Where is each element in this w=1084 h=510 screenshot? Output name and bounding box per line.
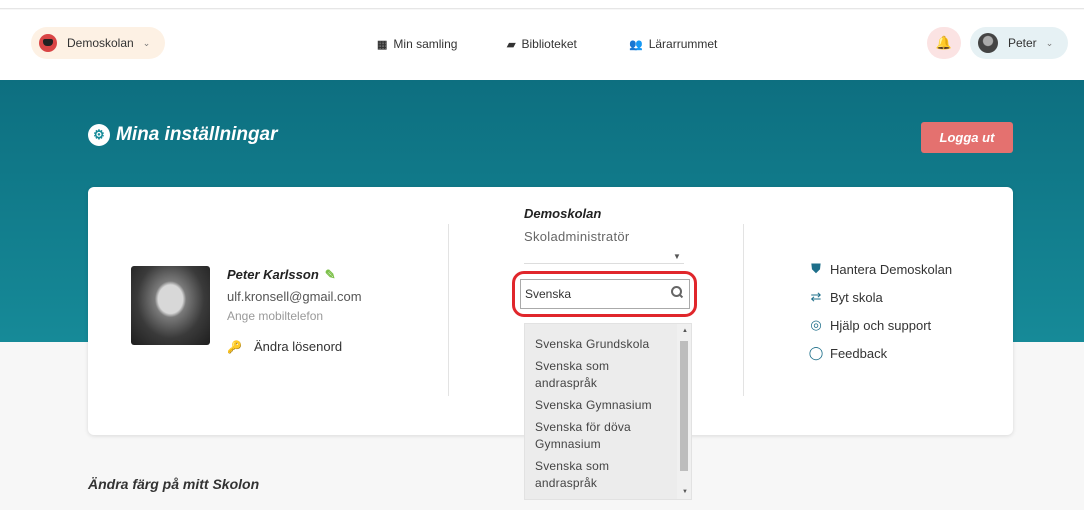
scroll-down-icon[interactable]: ▼ [682,489,688,495]
nav-label: Biblioteket [521,37,577,51]
link-label: Feedback [830,345,888,361]
change-password-label: Ändra lösenord [253,339,343,354]
help-support-link[interactable]: ◎ Hjälp och support [808,311,952,339]
school-name: Demoskolan [524,206,602,221]
change-password-link[interactable]: 🔑 Ändra lösenord [227,339,342,354]
link-label: Byt skola [830,289,883,305]
link-label: Hantera Demoskolan [830,261,953,277]
scroll-up-icon[interactable]: ▲ [682,328,688,334]
nav-label: Min samling [393,37,458,51]
divider [448,224,449,396]
nav-label: Lärarrummet [648,37,718,51]
dropdown-option[interactable]: Svenska som andraspråk [525,456,677,495]
profile-name: Peter Karlsson ✎ [227,267,336,283]
feedback-link[interactable]: ◯ Feedback [808,339,952,367]
shield-icon: ⛊ [811,261,821,276]
chevron-down-icon: ⌄ [1045,37,1054,48]
book-icon: ▰ [507,38,516,51]
nav-biblioteket[interactable]: ▰ Biblioteket [507,37,577,51]
dropdown-option[interactable]: Svenska Grundskola [525,334,677,356]
page-title-text: Mina inställningar [116,124,278,145]
settings-gear-icon: ⚙ [88,124,110,146]
notifications-button[interactable]: 🔔 [927,27,961,59]
select-underline [524,263,684,264]
nav-min-samling[interactable]: ▦ Min samling [377,37,457,51]
switch-school-link[interactable]: ⇄ Byt skola [808,283,952,311]
dropdown-option[interactable]: Svenska för döva Gymnasium [525,417,677,456]
chevron-down-icon: ⌄ [142,37,151,48]
edit-pencil-icon[interactable]: ✎ [325,267,336,282]
nav-lararrummet[interactable]: 👥 Lärarrummet [629,37,717,51]
user-name: Peter [1008,36,1037,50]
school-selector-label: Demoskolan [67,36,134,50]
dropdown-option[interactable]: Svenska som andraspråk [525,356,677,395]
select-arrow-icon[interactable]: ▼ [673,252,681,261]
dropdown-list: Svenska Grundskola Svenska som andrasprå… [525,334,677,495]
chat-bubble-icon: ◯ [808,345,824,360]
key-icon: 🔑 [227,339,242,354]
school-logo-icon [39,34,57,52]
grid-icon: ▦ [377,38,388,51]
divider [743,224,744,396]
dropdown-option[interactable]: Svenska Gymnasium [525,395,677,417]
logout-button[interactable]: Logga ut [921,122,1013,153]
bell-icon: 🔔 [935,35,953,50]
users-icon: 👥 [629,38,643,51]
switch-icon: ⇄ [810,289,822,304]
profile-email: ulf.kronsell@gmail.com [227,289,362,304]
school-selector[interactable]: Demoskolan ⌄ [31,27,165,59]
top-navigation-bar: Demoskolan ⌄ ▦ Min samling ▰ Biblioteket… [0,10,1084,80]
page-title: ⚙ Mina inställningar [88,124,278,146]
dropdown-scrollbar[interactable]: ▲ ▼ [677,324,691,499]
highlight-annotation [512,271,697,317]
avatar [978,33,998,53]
school-links: ⛊ Hantera Demoskolan ⇄ Byt skola ◎ Hjälp… [808,255,952,367]
top-strip [0,0,1084,9]
profile-photo [131,266,210,345]
user-menu[interactable]: Peter ⌄ [970,27,1068,59]
section-heading: Ändra färg på mitt Skolon [88,476,260,492]
scrollbar-thumb[interactable] [680,341,688,471]
role-label: Skoladministratör [524,229,630,244]
lifebuoy-icon: ◎ [810,317,822,332]
mobile-phone-field[interactable]: Ange mobiltelefon [227,309,323,323]
link-label: Hjälp och support [830,317,932,333]
manage-school-link[interactable]: ⛊ Hantera Demoskolan [808,255,952,283]
profile-name-text: Peter Karlsson [227,267,319,282]
subject-dropdown[interactable]: Svenska Grundskola Svenska som andrasprå… [524,323,692,500]
